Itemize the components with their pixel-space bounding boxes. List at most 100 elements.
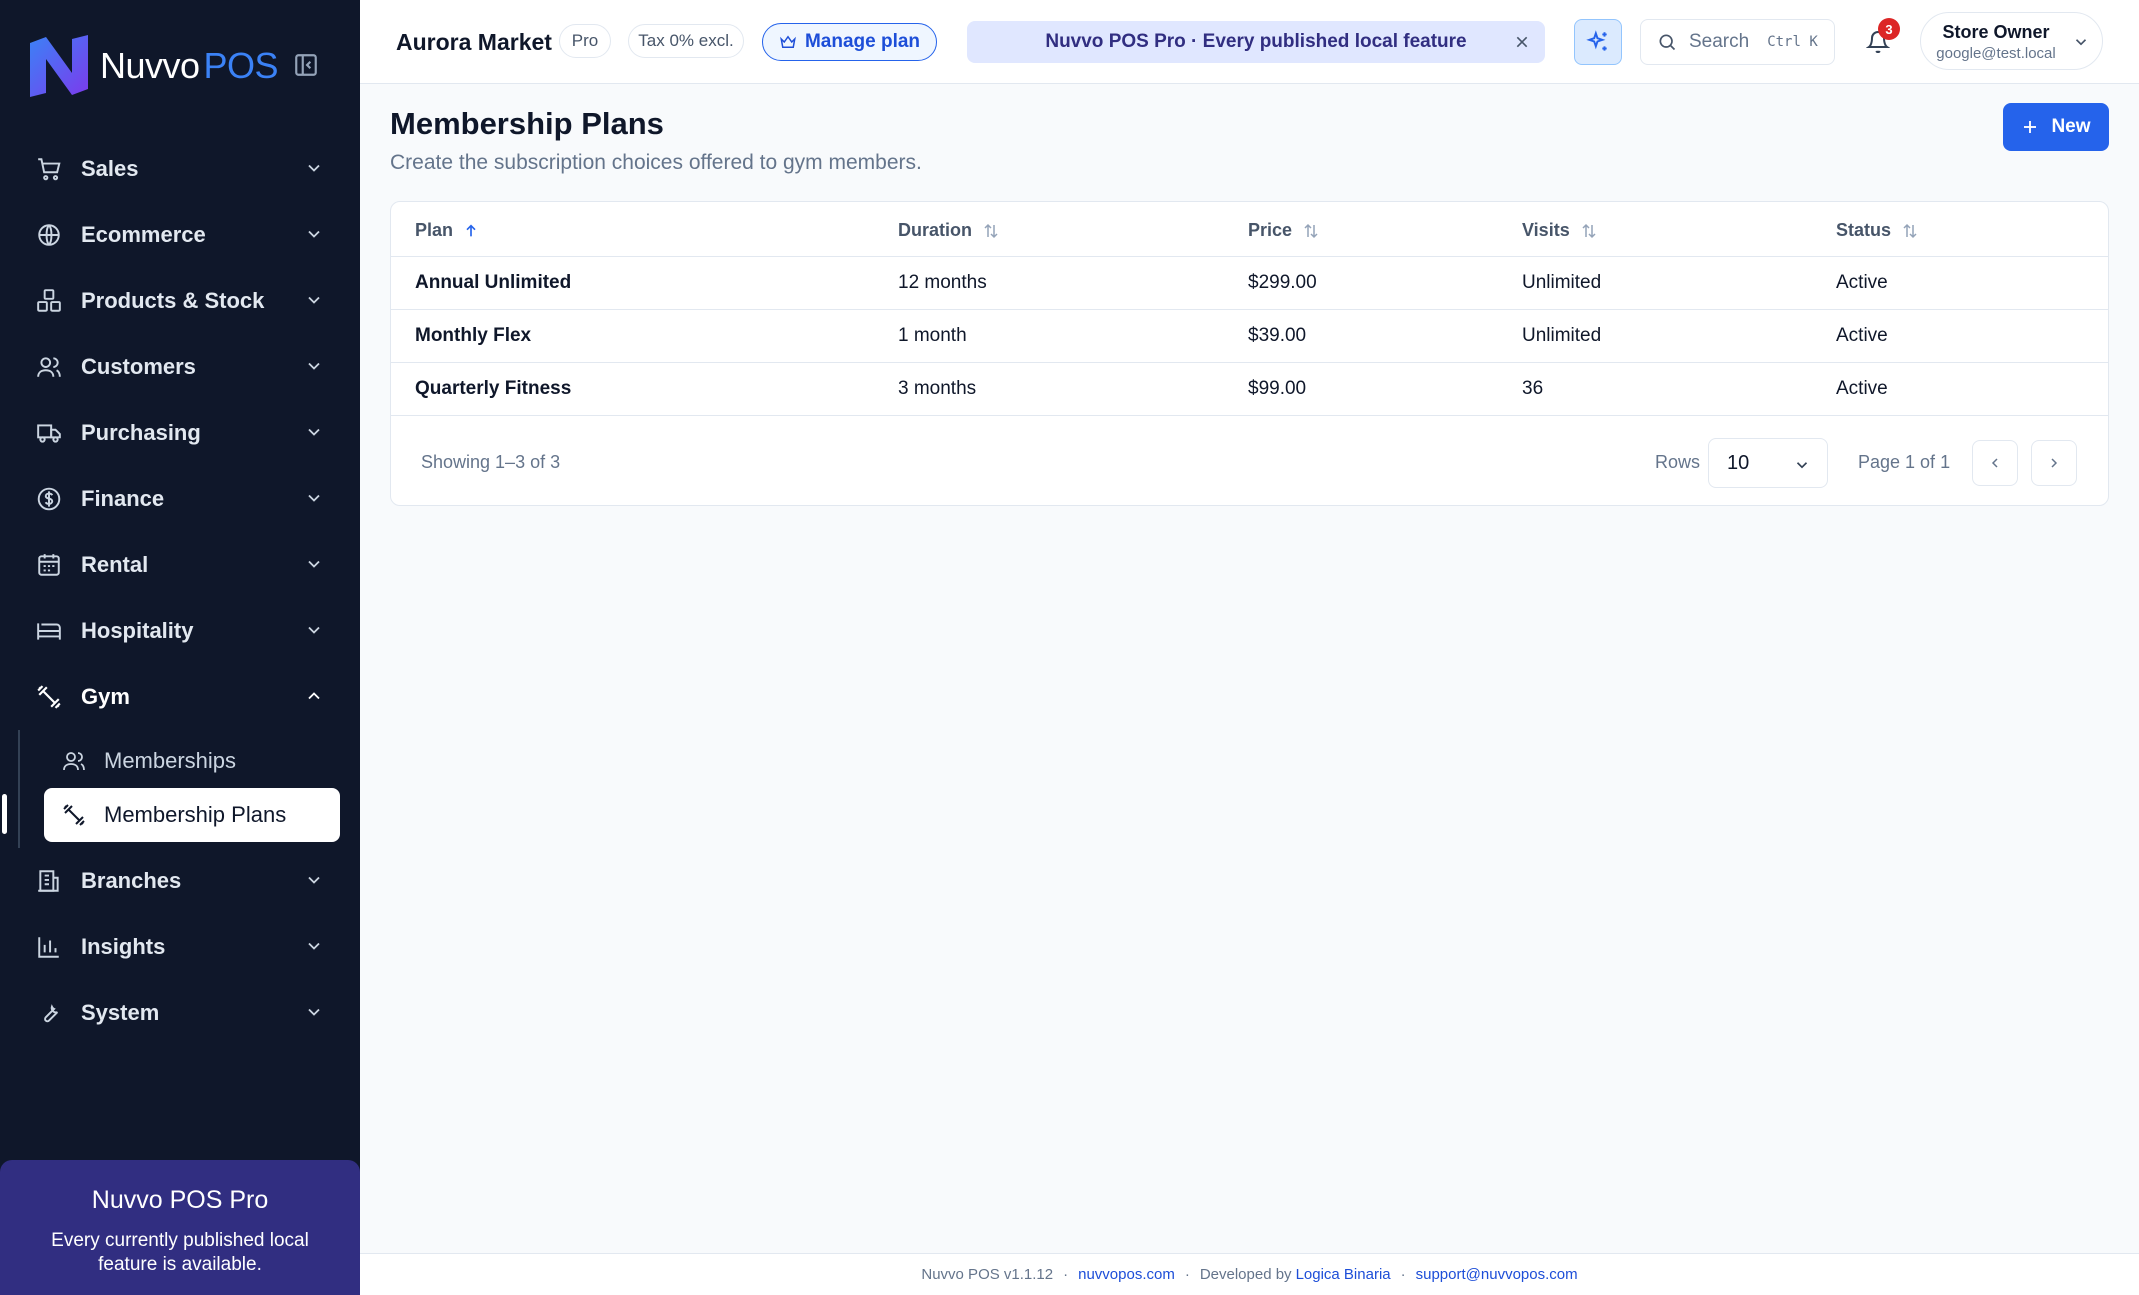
- previous-page-button[interactable]: [1972, 440, 2018, 486]
- chevron-left-icon: [1991, 458, 1998, 468]
- sidebar-item-branches[interactable]: Branches: [0, 848, 360, 914]
- column-header-status[interactable]: Status: [1836, 220, 1919, 241]
- sidebar-item-memberships[interactable]: Memberships: [44, 734, 340, 788]
- tax-badge: Tax 0% excl.: [628, 24, 744, 58]
- rows-per-page-label: Rows: [1655, 452, 1701, 472]
- plan-badge: Pro: [559, 24, 611, 58]
- chevron-down-icon: [308, 942, 320, 950]
- cell-duration: 3 months: [898, 378, 977, 399]
- search-shortcut: Ctrl K: [1767, 34, 1818, 50]
- footer: Nuvvo POS v1.1.12 · nuvvopos.com · Devel…: [360, 1253, 2139, 1295]
- table-header: Plan Duration Price Visits Status: [391, 202, 2108, 257]
- promo-text: Every currently published local feature …: [51, 1230, 309, 1275]
- sidebar-item-ecommerce[interactable]: Ecommerce: [0, 202, 360, 268]
- sidebar-item-label: Finance: [81, 486, 165, 511]
- sidebar-item-gym[interactable]: Gym: [0, 664, 360, 730]
- chevron-down-icon: [1796, 462, 1808, 469]
- chevron-down-icon: [308, 1008, 320, 1016]
- search-input[interactable]: Search Ctrl K: [1640, 19, 1835, 65]
- table-row[interactable]: Annual Unlimited 12 months $299.00 Unlim…: [391, 257, 2108, 310]
- website-link[interactable]: nuvvopos.com: [1078, 1266, 1175, 1283]
- cell-status: Active: [1836, 272, 1888, 293]
- sidebar-item-membership-plans[interactable]: Membership Plans: [2, 788, 340, 842]
- chevron-down-icon: [308, 494, 320, 502]
- chevron-right-icon: [2051, 458, 2058, 468]
- cell-visits: Unlimited: [1522, 325, 1602, 346]
- notifications-count-badge: 3: [1878, 18, 1900, 40]
- wrench-icon: [34, 998, 64, 1028]
- sidebar-item-label: Ecommerce: [81, 222, 206, 247]
- sidebar-item-label: Memberships: [104, 748, 237, 773]
- gym-submenu: Memberships Membership Plans: [2, 730, 342, 848]
- cell-price: $299.00: [1248, 272, 1317, 293]
- cell-visits: Unlimited: [1522, 272, 1602, 293]
- sidebar-item-system[interactable]: System: [0, 980, 360, 1046]
- cell-status: Active: [1836, 378, 1888, 399]
- cell-visits: 36: [1522, 378, 1544, 399]
- table-row[interactable]: Quarterly Fitness 3 months $99.00 36 Act…: [391, 363, 2108, 416]
- sidebar-item-label: Products & Stock: [81, 288, 265, 313]
- banner-text: Nuvvo POS Pro · Every published local fe…: [1045, 31, 1467, 52]
- developer-link[interactable]: Logica Binaria: [1296, 1266, 1391, 1283]
- sidebar-item-rental[interactable]: Rental: [0, 532, 360, 598]
- ai-sparkles-button[interactable]: [1574, 19, 1622, 65]
- brand[interactable]: Nuvvo POS: [26, 32, 279, 100]
- cell-price: $39.00: [1248, 325, 1307, 346]
- globe-icon: [34, 220, 64, 250]
- truck-icon: [34, 418, 64, 448]
- page-info: Page 1 of 1: [1858, 452, 1951, 472]
- nuvvo-logo-icon: [30, 35, 88, 97]
- sidebar: Nuvvo POS Sales Ecommerce Products & Stoc…: [0, 0, 360, 1295]
- user-email: google@test.local: [1936, 45, 2056, 62]
- close-icon[interactable]: [1511, 31, 1533, 53]
- sidebar-item-label: System: [81, 1000, 160, 1025]
- sidebar-item-sales[interactable]: Sales: [0, 136, 360, 202]
- rows-per-page-select[interactable]: 10: [1708, 438, 1828, 488]
- sidebar-item-customers[interactable]: Customers: [0, 334, 360, 400]
- sidebar-item-label: Sales: [81, 156, 139, 181]
- bed-icon: [34, 616, 64, 646]
- sort-ascending-icon: [466, 223, 476, 236]
- cell-duration: 1 month: [898, 325, 967, 346]
- developed-by-label: Developed by: [1199, 1266, 1292, 1283]
- app-version: Nuvvo POS v1.1.12: [921, 1266, 1054, 1283]
- manage-plan-button[interactable]: Manage plan: [762, 23, 937, 61]
- column-header-plan[interactable]: Plan: [415, 220, 479, 241]
- column-header-price[interactable]: Price: [1248, 220, 1320, 241]
- sidebar-item-finance[interactable]: Finance: [0, 466, 360, 532]
- search-placeholder: Search: [1689, 31, 1750, 52]
- search-icon: [1659, 34, 1676, 51]
- sidebar-item-label: Rental: [81, 552, 149, 577]
- cell-price: $99.00: [1248, 378, 1307, 399]
- sidebar-item-insights[interactable]: Insights: [0, 914, 360, 980]
- pro-promo-card: Nuvvo POS Pro Every currently published …: [0, 1160, 360, 1295]
- dumbbell-icon: [34, 682, 64, 712]
- crown-icon: [780, 35, 796, 48]
- user-name: Store Owner: [1942, 22, 2050, 42]
- dollar-icon: [34, 484, 64, 514]
- support-email-link[interactable]: support@nuvvopos.com: [1416, 1266, 1578, 1283]
- sidebar-item-products-stock[interactable]: Products & Stock: [0, 268, 360, 334]
- sidebar-item-hospitality[interactable]: Hospitality: [0, 598, 360, 664]
- chevron-down-icon: [308, 164, 320, 172]
- sidebar-item-purchasing[interactable]: Purchasing: [0, 400, 360, 466]
- new-plan-button[interactable]: New: [2003, 103, 2109, 151]
- collapse-sidebar-icon[interactable]: [293, 52, 323, 82]
- chart-icon: [34, 932, 64, 962]
- chevron-down-icon: [308, 296, 320, 304]
- cell-duration: 12 months: [898, 272, 987, 293]
- pro-banner: Nuvvo POS Pro · Every published local fe…: [967, 21, 1545, 63]
- sort-icon: [1903, 223, 1917, 238]
- topbar: Aurora Market Pro Tax 0% excl. Manage pl…: [360, 0, 2139, 84]
- footer-separator: ·: [1184, 1266, 1190, 1283]
- next-page-button[interactable]: [2031, 440, 2077, 486]
- chevron-down-icon: [308, 428, 320, 436]
- column-header-visits[interactable]: Visits: [1522, 220, 1598, 241]
- table-row[interactable]: Monthly Flex 1 month $39.00 Unlimited Ac…: [391, 310, 2108, 363]
- user-menu[interactable]: Store Owner google@test.local: [1920, 12, 2103, 70]
- users-icon: [60, 747, 88, 775]
- new-button-label: New: [2051, 116, 2091, 137]
- sidebar-item-label: Purchasing: [81, 420, 201, 445]
- cell-plan: Quarterly Fitness: [415, 378, 572, 399]
- column-header-duration[interactable]: Duration: [898, 220, 1000, 241]
